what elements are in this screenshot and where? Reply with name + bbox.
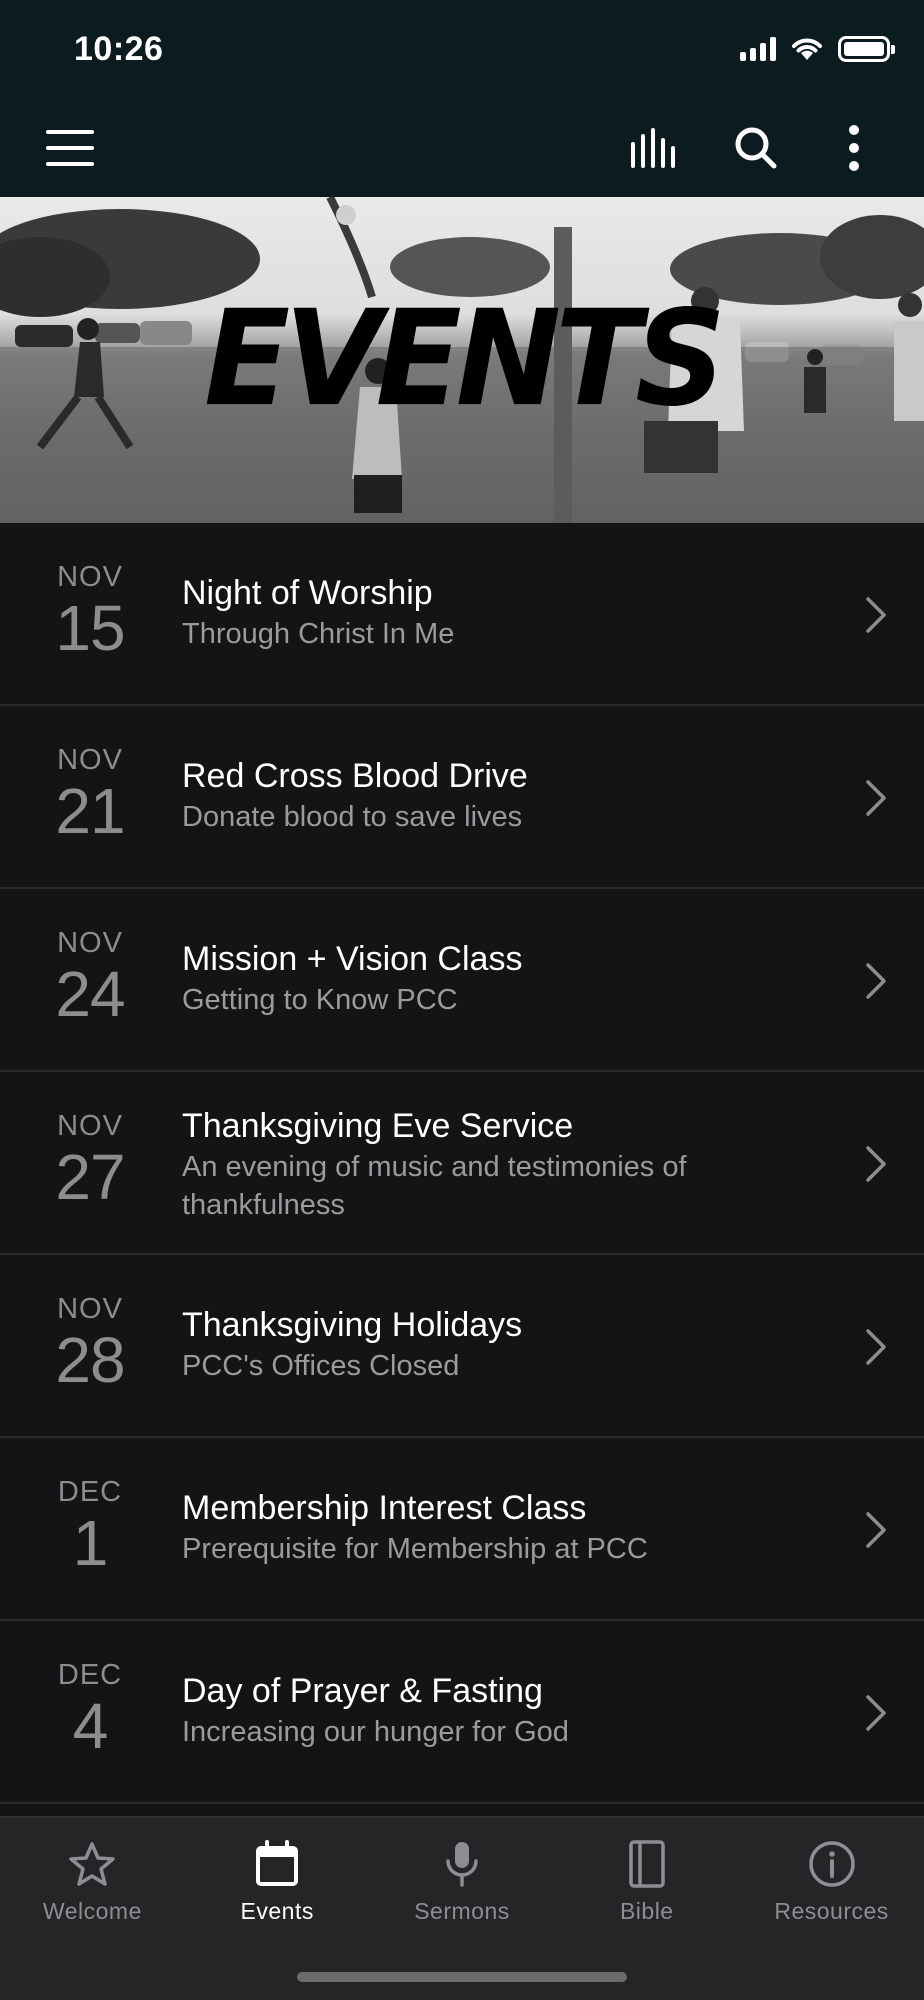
app-header: 10:26	[0, 0, 924, 197]
tab-sermons[interactable]: Sermons	[370, 1818, 555, 1948]
event-row-mission-vision-class[interactable]: NOV 24 Mission + Vision Class Getting to…	[0, 889, 924, 1072]
event-title: Day of Prayer & Fasting	[182, 1672, 543, 1710]
event-subtitle: PCC's Offices Closed	[182, 1350, 460, 1382]
microphone-icon	[434, 1836, 490, 1892]
calendar-icon	[249, 1836, 305, 1892]
chevron-right-icon	[866, 963, 886, 999]
tab-label: Events	[240, 1898, 314, 1924]
event-subtitle: An evening of music and testimonies of t…	[182, 1151, 687, 1221]
tab-label: Welcome	[42, 1898, 142, 1924]
event-subtitle: Getting to Know PCC	[182, 984, 458, 1016]
event-day: 1	[72, 1507, 109, 1579]
event-text: Day of Prayer & Fasting Increasing our h…	[182, 1671, 804, 1751]
event-row-membership-interest-class[interactable]: DEC 1 Membership Interest Class Prerequi…	[0, 1438, 924, 1621]
app-root: 10:26 EVENTS NOV 15 Night of Worship Thr…	[0, 0, 924, 2000]
tab-events[interactable]: Events	[185, 1818, 370, 1948]
event-subtitle: Donate blood to save lives	[182, 801, 523, 833]
event-date: NOV 15	[30, 561, 150, 660]
chevron-right-icon	[866, 1329, 886, 1365]
wifi-icon	[792, 38, 822, 60]
event-title: Red Cross Blood Drive	[182, 757, 528, 795]
event-row-day-of-prayer-fasting[interactable]: DEC 4 Day of Prayer & Fasting Increasing…	[0, 1621, 924, 1804]
tab-resources[interactable]: Resources	[739, 1818, 924, 1948]
event-month: DEC	[57, 1476, 123, 1508]
home-indicator[interactable]	[297, 1972, 627, 1982]
event-date: NOV 24	[30, 927, 150, 1026]
hero-banner: EVENTS	[0, 197, 924, 523]
event-month: NOV	[57, 744, 123, 776]
event-title: Night of Worship	[182, 574, 433, 612]
menu-icon	[46, 130, 94, 134]
event-date: DEC 4	[30, 1659, 150, 1758]
event-month: DEC	[57, 1659, 123, 1691]
event-day: 21	[55, 775, 125, 847]
event-date: DEC 1	[30, 1476, 150, 1575]
tab-welcome[interactable]: Welcome	[0, 1818, 185, 1948]
event-row-night-of-worship[interactable]: NOV 15 Night of Worship Through Christ I…	[0, 523, 924, 706]
hero-title: EVENTS	[204, 281, 726, 436]
event-day: 24	[55, 958, 125, 1030]
event-subtitle: Through Christ In Me	[182, 618, 455, 650]
event-subtitle: Prerequisite for Membership at PCC	[182, 1533, 648, 1565]
event-text: Thanksgiving Holidays PCC's Offices Clos…	[182, 1305, 804, 1385]
event-day: 28	[55, 1324, 125, 1396]
event-day: 4	[72, 1690, 109, 1762]
event-title: Membership Interest Class	[182, 1489, 587, 1527]
event-text: Mission + Vision Class Getting to Know P…	[182, 939, 804, 1019]
search-button[interactable]	[726, 120, 786, 176]
more-vertical-icon	[849, 125, 859, 171]
event-day: 15	[55, 592, 125, 664]
info-icon	[804, 1836, 860, 1892]
tab-label: Sermons	[414, 1898, 510, 1924]
book-icon	[619, 1836, 675, 1892]
chevron-right-icon	[866, 780, 886, 816]
tab-label: Resources	[774, 1898, 889, 1924]
chevron-right-icon	[866, 1695, 886, 1731]
menu-button[interactable]	[40, 124, 100, 172]
event-row-thanksgiving-holidays[interactable]: NOV 28 Thanksgiving Holidays PCC's Offic…	[0, 1255, 924, 1438]
event-row-red-cross-blood-drive[interactable]: NOV 21 Red Cross Blood Drive Donate bloo…	[0, 706, 924, 889]
event-text: Thanksgiving Eve Service An evening of m…	[182, 1106, 804, 1224]
audio-button[interactable]	[626, 120, 686, 176]
event-month: NOV	[57, 561, 123, 593]
status-time: 10:26	[74, 30, 164, 68]
tab-label: Bible	[619, 1898, 674, 1924]
event-text: Membership Interest Class Prerequisite f…	[182, 1488, 804, 1568]
event-date: NOV 27	[30, 1110, 150, 1209]
event-text: Night of Worship Through Christ In Me	[182, 573, 804, 653]
battery-icon	[838, 36, 895, 62]
event-date: NOV 28	[30, 1293, 150, 1392]
audio-bars-icon	[631, 128, 675, 168]
event-date: NOV 21	[30, 744, 150, 843]
star-icon	[64, 1836, 120, 1892]
more-button[interactable]	[824, 120, 884, 176]
search-icon	[735, 127, 777, 169]
events-list: NOV 15 Night of Worship Through Christ I…	[0, 523, 924, 1804]
event-month: NOV	[57, 1110, 123, 1142]
status-icons	[740, 36, 895, 62]
chevron-right-icon	[866, 1512, 886, 1548]
event-title: Mission + Vision Class	[182, 940, 523, 978]
cellular-signal-icon	[740, 37, 776, 61]
event-day: 27	[55, 1141, 125, 1213]
event-month: NOV	[57, 1293, 123, 1325]
event-text: Red Cross Blood Drive Donate blood to sa…	[182, 756, 804, 836]
tab-bible[interactable]: Bible	[554, 1818, 739, 1948]
event-title: Thanksgiving Holidays	[182, 1306, 523, 1344]
event-subtitle: Increasing our hunger for God	[182, 1716, 569, 1748]
chevron-right-icon	[866, 597, 886, 633]
chevron-right-icon	[866, 1146, 886, 1182]
event-title: Thanksgiving Eve Service	[182, 1107, 574, 1145]
event-row-thanksgiving-eve-service[interactable]: NOV 27 Thanksgiving Eve Service An eveni…	[0, 1072, 924, 1255]
event-month: NOV	[57, 927, 123, 959]
